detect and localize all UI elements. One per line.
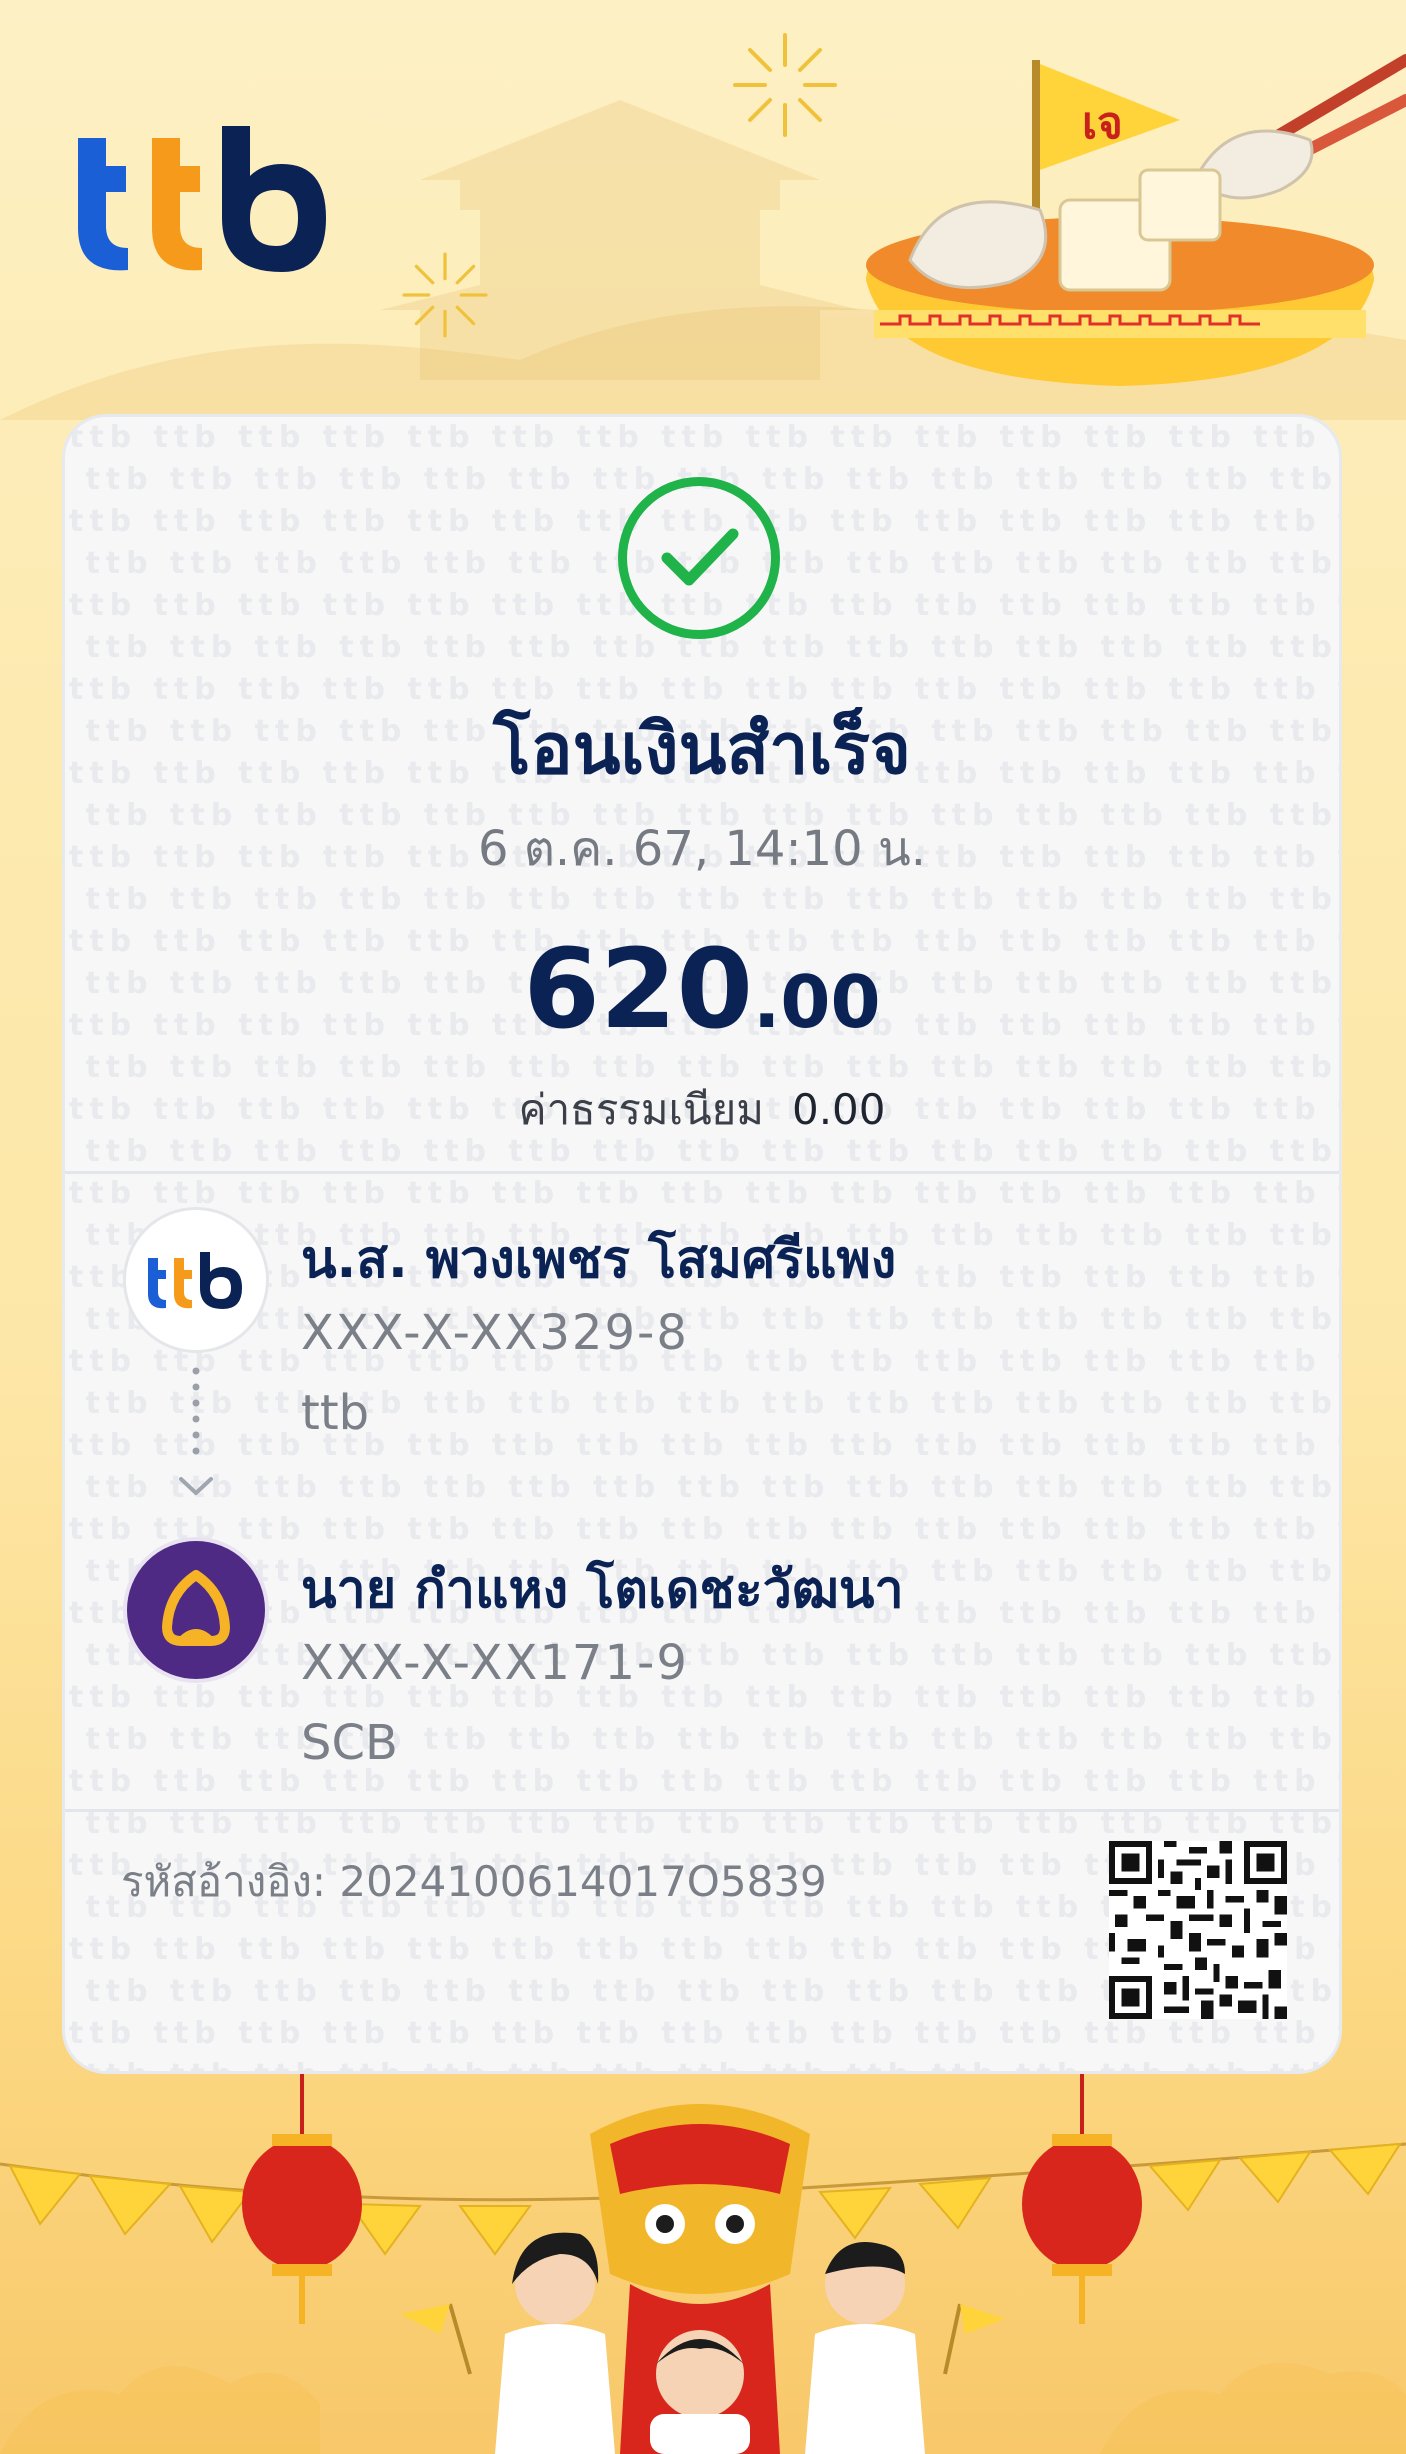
transfer-amount: 620.00	[65, 925, 1339, 1053]
divider	[65, 1809, 1339, 1812]
transaction-datetime: 6 ต.ค. 67, 14:10 น.	[477, 821, 927, 877]
scb-bank-icon	[123, 1537, 269, 1683]
firework-icon	[733, 33, 837, 137]
reference-number: รหัสอ้างอิง: 2024100614017O5839	[121, 1857, 827, 1906]
arrow-down-icon	[179, 1477, 213, 1495]
sender-bank: ttb	[301, 1385, 370, 1441]
flag-text: เจ	[1082, 98, 1123, 149]
fee-label: ค่าธรรมเนียม	[518, 1085, 764, 1134]
receiver-account: XXX-X-XX171-9	[301, 1635, 689, 1691]
firework-icon	[402, 252, 488, 338]
festival-illustration	[0, 2074, 1406, 2454]
receiver-bank: SCB	[301, 1715, 398, 1771]
ttb-bank-icon	[123, 1207, 269, 1353]
fee-row: ค่าธรรมเนียม 0.00	[65, 1077, 1339, 1143]
divider	[65, 1171, 1339, 1174]
amount-main: 620	[523, 925, 754, 1053]
ttb-logo	[78, 126, 326, 272]
receipt-card: ttb ttb ttb ttb ttb ttb ttb ttb ttb ttb …	[62, 414, 1342, 2074]
sender-name: น.ส. พวงเพชร โสมศรีแพง	[301, 1230, 897, 1290]
sender-account: XXX-X-XX329-8	[301, 1305, 689, 1361]
status-title: โอนเงินสำเร็จ	[492, 708, 912, 790]
receiver-name: นาย กำแหง โตเดชะวัฒนา	[301, 1560, 904, 1620]
dumpling-bowl-illustration: เจ	[866, 54, 1406, 386]
fee-value: 0.00	[791, 1085, 886, 1134]
qr-code[interactable]	[1109, 1841, 1287, 2019]
success-check-icon	[618, 477, 780, 639]
amount-decimal: .00	[753, 960, 881, 1044]
